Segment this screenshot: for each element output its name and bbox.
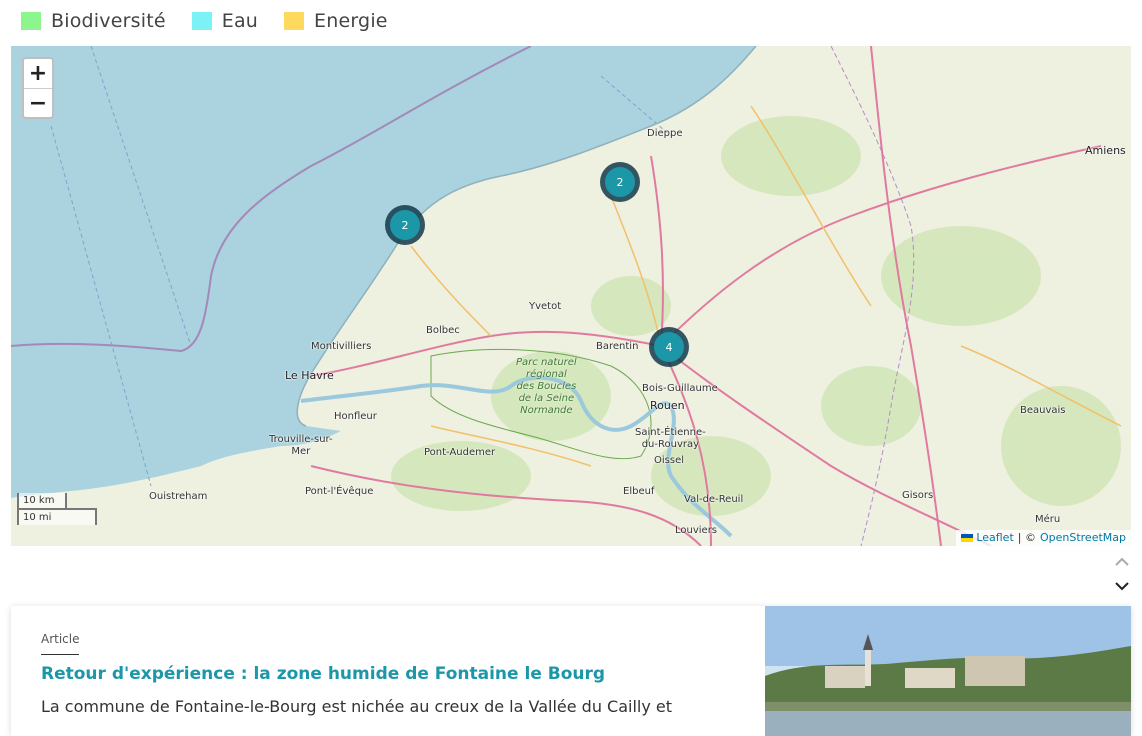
place-label: Bolbec xyxy=(426,325,460,336)
legend-swatch-energie xyxy=(284,12,305,30)
legend-item-energie[interactable]: Energie xyxy=(284,10,388,32)
zoom-in-button[interactable]: + xyxy=(24,59,52,88)
map-container[interactable]: Dieppe Amiens Yvetot Bolbec Montivillier… xyxy=(11,46,1131,546)
map-scale: 10 km 10 mi xyxy=(17,493,97,525)
legend-item-biodiversite[interactable]: Biodiversité xyxy=(21,10,166,32)
category-legend: Biodiversité Eau Energie xyxy=(21,8,414,34)
place-label: Honfleur xyxy=(334,411,377,422)
place-label: Dieppe xyxy=(647,128,683,139)
article-card[interactable]: Article Retour d'expérience : la zone hu… xyxy=(11,606,1131,736)
cluster-count: 2 xyxy=(390,210,420,240)
place-label: Barentin xyxy=(596,341,639,352)
place-label: Louviers xyxy=(675,525,718,536)
place-label: Bois-Guillaume xyxy=(642,383,718,394)
article-image[interactable] xyxy=(765,606,1131,736)
legend-item-eau[interactable]: Eau xyxy=(191,10,259,32)
park-label: Parc naturel régional des Boucles de la … xyxy=(516,357,577,416)
legend-label: Energie xyxy=(314,10,388,32)
map-tiles xyxy=(11,46,1131,546)
place-label: Pont-l'Évêque xyxy=(305,486,374,497)
cluster-count: 2 xyxy=(605,167,635,197)
place-label: Val-de-Reuil xyxy=(684,494,744,505)
place-label: Trouville-sur- Mer xyxy=(269,434,333,457)
leaflet-link[interactable]: Leaflet xyxy=(976,530,1013,546)
place-label: Le Havre xyxy=(285,369,334,382)
osm-link[interactable]: OpenStreetMap xyxy=(1040,530,1126,546)
zoom-control: + − xyxy=(22,57,54,119)
cluster-count: 4 xyxy=(654,332,684,362)
place-label: Ouistreham xyxy=(149,491,208,502)
map-cluster-marker[interactable]: 4 xyxy=(649,327,689,367)
article-title[interactable]: Retour d'expérience : la zone humide de … xyxy=(41,664,605,684)
chevron-down-icon[interactable] xyxy=(1114,580,1130,594)
legend-swatch-eau xyxy=(191,12,212,30)
place-label: Montivilliers xyxy=(311,341,372,352)
legend-label: Biodiversité xyxy=(51,10,166,32)
place-label: Elbeuf xyxy=(623,486,655,497)
attribution-separator: | © xyxy=(1017,531,1036,544)
scale-mi: 10 mi xyxy=(17,508,97,525)
place-label: Beauvais xyxy=(1020,405,1066,416)
map-attribution: Leaflet | © OpenStreetMap xyxy=(956,530,1131,546)
chevron-up-icon[interactable] xyxy=(1114,556,1130,570)
place-label: Saint-Étienne- du-Rouvray xyxy=(635,427,706,450)
place-label: Yvetot xyxy=(529,301,562,312)
article-excerpt: La commune de Fontaine-le-Bourg est nich… xyxy=(41,697,673,716)
place-label: Oissel xyxy=(654,455,684,466)
map-cluster-marker[interactable]: 2 xyxy=(385,205,425,245)
place-label: Gisors xyxy=(902,490,934,501)
place-label: Amiens xyxy=(1085,144,1126,157)
map-cluster-marker[interactable]: 2 xyxy=(600,162,640,202)
legend-label: Eau xyxy=(221,10,259,32)
article-type-label: Article xyxy=(41,632,80,646)
place-label: Méru xyxy=(1035,514,1061,525)
legend-swatch-biodiversite xyxy=(21,12,41,30)
ukraine-flag-icon xyxy=(961,534,974,542)
type-underline xyxy=(41,654,79,655)
zoom-out-button[interactable]: − xyxy=(24,88,52,117)
place-label: Rouen xyxy=(650,399,685,412)
place-label: Pont-Audemer xyxy=(424,447,496,458)
